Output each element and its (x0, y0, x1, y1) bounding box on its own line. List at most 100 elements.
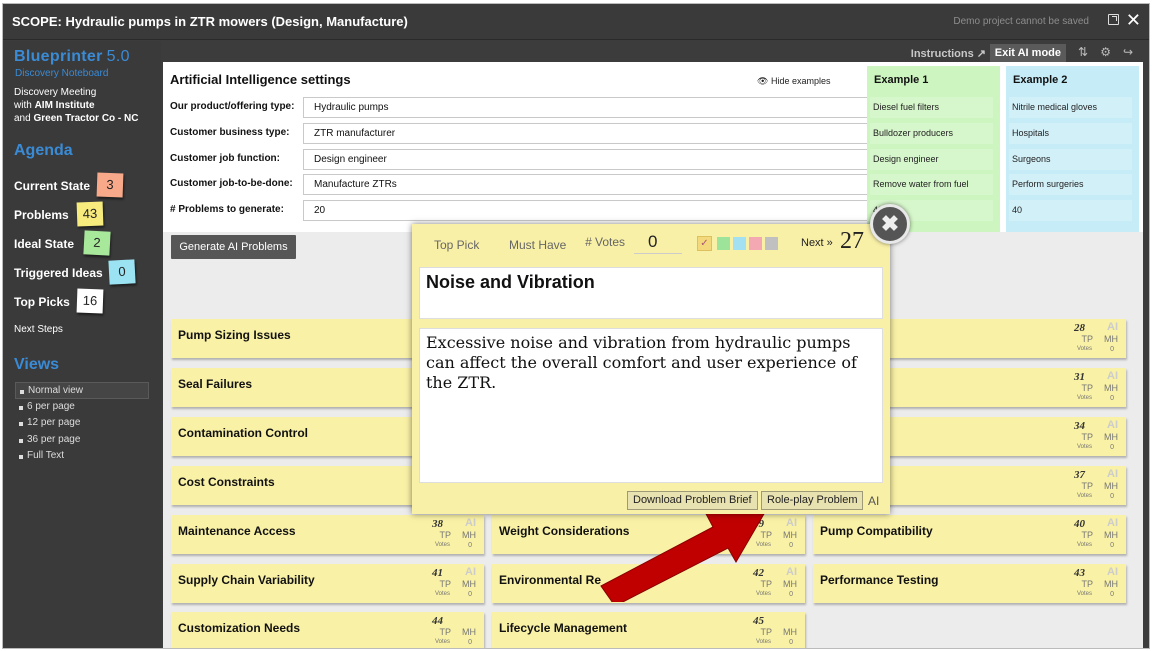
download-problem-brief-button[interactable]: Download Problem Brief (627, 491, 758, 510)
must-have-toggle[interactable]: MH (783, 579, 797, 589)
color-swatch[interactable] (765, 237, 778, 250)
top-pick-toggle[interactable]: TP (439, 627, 451, 637)
view-option[interactable]: 12 per page (15, 415, 149, 432)
votes-label: Votes (1076, 493, 1092, 499)
problem-card[interactable]: Customization Needs 44 TP MH Votes 0 (171, 612, 484, 648)
field-label: Our product/offering type: (170, 101, 295, 112)
problem-description-field[interactable]: Excessive noise and vibration from hydra… (419, 328, 883, 483)
problem-card[interactable]: Pump Compatibility 40 AI TP MH Votes 0 (813, 515, 1126, 554)
example-value: Perform surgeries (1009, 174, 1132, 195)
top-pick-toggle[interactable]: TP (439, 579, 451, 589)
instructions-link[interactable]: Instructions ↗ (911, 47, 986, 60)
must-have-toggle[interactable]: MH (1104, 383, 1118, 393)
exit-ai-mode-button[interactable]: Exit AI mode (989, 44, 1066, 62)
votes-input[interactable]: 0 (634, 230, 682, 254)
must-have-toggle[interactable]: MH (1104, 334, 1118, 344)
agenda-item-current-state[interactable]: Current State (14, 179, 90, 193)
top-pick-toggle[interactable]: TP (1081, 383, 1093, 393)
check-icon[interactable]: ✓ (697, 236, 712, 251)
votes-label: Votes (1076, 395, 1092, 401)
ai-badge: AI (1107, 566, 1118, 578)
agenda-count-badge: 16 (76, 288, 104, 314)
ai-badge: AI (465, 517, 476, 529)
votes-count: 0 (789, 542, 793, 549)
problem-card[interactable]: Supply Chain Variability 41 AI TP MH Votes 0 (171, 564, 484, 603)
votes-count: 0 (468, 542, 472, 549)
share-icon[interactable]: ↪ (1123, 45, 1133, 59)
field-input[interactable]: Design engineer (303, 149, 869, 170)
problem-number: 27 (840, 228, 864, 254)
top-pick-toggle[interactable]: TP (1081, 579, 1093, 589)
votes-count: 0 (1110, 346, 1114, 353)
problem-card-number: 31 (1074, 371, 1085, 383)
votes-label: Votes (1076, 444, 1092, 450)
color-swatch[interactable] (717, 237, 730, 250)
popout-icon[interactable] (1108, 14, 1119, 25)
must-have-toggle[interactable]: MH (783, 530, 797, 540)
view-option[interactable]: 6 per page (15, 399, 149, 416)
next-steps-link[interactable]: Next Steps (14, 324, 63, 335)
field-input[interactable]: ZTR manufacturer (303, 123, 869, 144)
agenda-heading: Agenda (14, 142, 73, 159)
role-play-problem-button[interactable]: Role-play Problem (761, 491, 864, 510)
color-swatch[interactable] (733, 237, 746, 250)
must-have-toggle[interactable]: MH (783, 627, 797, 637)
top-pick-toggle[interactable]: TP (1081, 334, 1093, 344)
field-input[interactable]: 20 (303, 200, 869, 221)
ai-badge: AI (1107, 370, 1118, 382)
field-input[interactable]: Manufacture ZTRs (303, 174, 869, 195)
view-option[interactable]: Normal view (15, 382, 149, 399)
close-window-icon[interactable]: ✕ (1126, 10, 1141, 30)
agenda-item-triggered-ideas[interactable]: Triggered Ideas (14, 266, 103, 280)
must-have-toggle[interactable]: MH (1104, 530, 1118, 540)
must-have-toggle[interactable]: Must Have (509, 238, 566, 252)
example-value: 40 (1009, 200, 1132, 221)
problem-title: Noise and Vibration (426, 272, 595, 292)
must-have-toggle[interactable]: MH (1104, 579, 1118, 589)
example-value: Nitrile medical gloves (1009, 97, 1132, 118)
votes-count: 0 (1110, 493, 1114, 500)
close-modal-icon[interactable]: ✖ (870, 204, 910, 244)
brand-logo: Blueprinter 5.0 (14, 48, 130, 65)
top-pick-toggle[interactable]: Top Pick (434, 238, 479, 252)
votes-count: 0 (789, 639, 793, 646)
agenda-item-problems[interactable]: Problems (14, 208, 69, 222)
top-pick-toggle[interactable]: TP (760, 627, 772, 637)
generate-ai-problems-button[interactable]: Generate AI Problems (171, 235, 296, 259)
problem-card-title: Seal Failures (178, 377, 253, 391)
problem-card-title: Performance Testing (820, 573, 939, 587)
field-input[interactable]: Hydraulic pumps (303, 97, 869, 118)
view-option[interactable]: 36 per page (15, 432, 149, 449)
problem-detail-modal: Top Pick Must Have # Votes 0 ✓ Next » 27… (412, 224, 890, 514)
problem-card[interactable]: Performance Testing 43 AI TP MH Votes 0 (813, 564, 1126, 603)
must-have-toggle[interactable]: MH (1104, 432, 1118, 442)
must-have-toggle[interactable]: MH (462, 530, 476, 540)
votes-label: Votes (434, 591, 450, 597)
votes-count: 0 (468, 591, 472, 598)
agenda-item-ideal-state[interactable]: Ideal State (14, 237, 74, 251)
example-2-heading: Example 2 (1013, 74, 1068, 86)
field-label: Customer business type: (170, 127, 290, 138)
must-have-toggle[interactable]: MH (462, 627, 476, 637)
problem-title-field[interactable]: Noise and Vibration (419, 267, 883, 319)
ai-settings-panel: Artificial Intelligence settings 👁 Hide … (163, 62, 1143, 232)
top-pick-toggle[interactable]: TP (1081, 481, 1093, 491)
next-button[interactable]: Next » (801, 237, 833, 249)
gear-icon[interactable]: ⚙ (1100, 45, 1111, 59)
meeting-info: Discovery Meeting with AIM Institute and… (14, 87, 139, 124)
color-swatch[interactable] (749, 237, 762, 250)
agenda-item-top-picks[interactable]: Top Picks (14, 295, 70, 309)
sort-icon[interactable]: ⇅ (1078, 45, 1088, 59)
top-pick-toggle[interactable]: TP (1081, 432, 1093, 442)
must-have-toggle[interactable]: MH (1104, 481, 1118, 491)
top-pick-toggle[interactable]: TP (1081, 530, 1093, 540)
votes-label: Votes (1076, 346, 1092, 352)
ai-badge: AI (1107, 419, 1118, 431)
must-have-toggle[interactable]: MH (462, 579, 476, 589)
view-option[interactable]: Full Text (15, 448, 149, 465)
problem-card[interactable]: Lifecycle Management 45 TP MH Votes 0 (492, 612, 805, 648)
problem-card[interactable]: Maintenance Access 38 AI TP MH Votes 0 (171, 515, 484, 554)
problem-card-number: 41 (432, 567, 443, 579)
top-pick-toggle[interactable]: TP (439, 530, 451, 540)
hide-examples-link[interactable]: 👁 Hide examples (757, 76, 830, 87)
